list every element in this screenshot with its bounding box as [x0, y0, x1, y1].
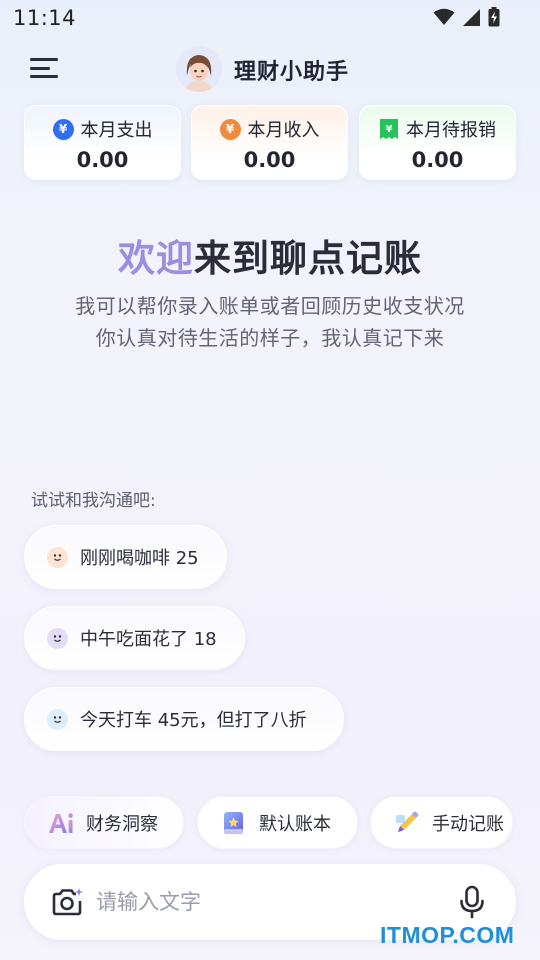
card-value: 0.00 — [243, 148, 296, 172]
wifi-icon — [433, 8, 455, 25]
assistant-avatar-icon — [176, 46, 222, 92]
avatar[interactable] — [176, 46, 222, 92]
smile-icon — [47, 708, 68, 730]
suggestion-text: 中午吃面花了 18 — [80, 629, 217, 650]
quick-action-label: 默认账本 — [259, 813, 331, 835]
status-bar: 11:14 — [0, 0, 540, 36]
card-label: 本月收入 — [247, 120, 320, 141]
status-time: 11:14 — [13, 6, 77, 30]
suggestion-chip[interactable]: 今天打车 45元，但打了八折 — [24, 687, 344, 751]
ai-icon — [47, 809, 75, 837]
watermark-logo: ITMOP.COM — [380, 922, 515, 948]
welcome-subtitle-line2: 你认真对待生活的样子，我认真记下来 — [95, 326, 445, 350]
microphone-button[interactable] — [454, 884, 490, 920]
suggestion-chip[interactable]: 中午吃面花了 18 — [24, 606, 245, 670]
signal-icon — [463, 8, 480, 26]
status-icons — [433, 7, 500, 27]
card-value: 0.00 — [411, 148, 464, 172]
book-icon — [220, 809, 248, 837]
welcome-title-rest: 来到聊点记账 — [194, 237, 422, 280]
menu-button[interactable] — [28, 54, 62, 82]
yuan-coin-icon: ¥ — [219, 118, 241, 140]
card-monthly-income[interactable]: ¥ 本月收入 0.00 — [191, 105, 348, 180]
quick-action-label: 财务洞察 — [86, 813, 158, 835]
smile-icon — [47, 627, 68, 649]
quick-action-label: 手动记账 — [432, 813, 504, 835]
yuan-coin-icon: ¥ — [52, 118, 74, 140]
suggestion-text: 今天打车 45元，但打了八折 — [80, 710, 307, 731]
svg-text:¥: ¥ — [386, 124, 393, 135]
app-title: 理财小助手 — [234, 60, 350, 85]
card-monthly-expense[interactable]: ¥ 本月支出 0.00 — [24, 105, 181, 180]
message-input[interactable] — [96, 884, 436, 920]
financial-insight-button[interactable]: 财务洞察 — [24, 796, 184, 849]
card-label: 本月待报销 — [406, 120, 496, 141]
welcome-title: 欢迎来到聊点记账 — [0, 228, 540, 282]
pencil-icon — [393, 809, 421, 837]
card-value: 0.00 — [76, 148, 129, 172]
welcome-title-highlight: 欢迎 — [118, 237, 194, 280]
microphone-icon — [460, 885, 484, 919]
receipt-icon: ¥ — [380, 119, 398, 139]
camera-icon — [52, 888, 83, 916]
suggestions-label: 试试和我沟通吧: — [31, 491, 156, 511]
suggestion-chip[interactable]: 刚刚喝咖啡 25 — [24, 525, 227, 589]
battery-charging-icon — [488, 7, 500, 27]
card-pending-reimbursement[interactable]: ¥ 本月待报销 0.00 — [359, 105, 516, 180]
card-label: 本月支出 — [80, 120, 153, 141]
welcome-subtitle-line1: 我可以帮你录入账单或者回顾历史收支状况 — [75, 294, 465, 318]
manual-entry-button[interactable]: 手动记账 — [370, 796, 513, 849]
smile-icon — [47, 546, 68, 568]
menu-icon — [30, 58, 58, 61]
camera-button[interactable] — [50, 885, 84, 919]
default-ledger-button[interactable]: 默认账本 — [197, 796, 358, 849]
suggestion-text: 刚刚喝咖啡 25 — [80, 548, 199, 569]
